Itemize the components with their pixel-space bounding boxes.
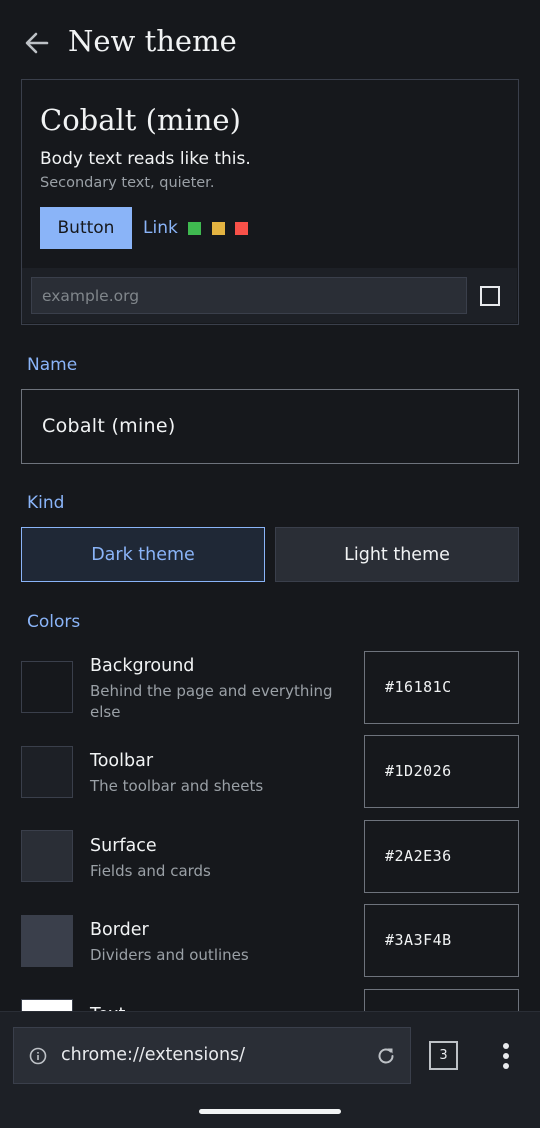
browser-toolbar: chrome://extensions/ 3 — [0, 1011, 540, 1128]
color-description: Fields and cards — [90, 862, 211, 880]
light-theme-option[interactable]: Light theme — [275, 527, 519, 582]
color-row-border: Border Dividers and outlines #3A3F4B — [0, 904, 540, 984]
page-title: New theme — [68, 24, 237, 58]
colors-label: Colors — [27, 612, 81, 632]
hex-input[interactable]: #2A2E36 — [364, 820, 519, 893]
color-row-toolbar: Toolbar The toolbar and sheets #1D2026 — [0, 735, 540, 815]
address-bar[interactable]: chrome://extensions/ — [13, 1027, 411, 1084]
preview-toolbar: example.org — [22, 268, 517, 323]
color-swatch[interactable] — [21, 915, 73, 967]
preview-title: Cobalt (mine) — [40, 103, 241, 137]
url-text: chrome://extensions/ — [61, 1045, 246, 1065]
color-name: Toolbar — [90, 751, 154, 771]
hex-input[interactable]: #16181C — [364, 651, 519, 724]
danger-swatch — [235, 222, 248, 235]
reload-icon[interactable] — [375, 1045, 397, 1067]
app-header: New theme — [0, 0, 540, 84]
color-swatch[interactable] — [21, 830, 73, 882]
color-row-surface: Surface Fields and cards #2A2E36 — [0, 820, 540, 900]
hex-input[interactable]: #1D2026 — [364, 735, 519, 808]
preview-checkbox[interactable] — [480, 286, 500, 306]
dark-theme-option[interactable]: Dark theme — [21, 527, 265, 582]
warning-swatch — [212, 222, 225, 235]
preview-url-field[interactable]: example.org — [31, 277, 467, 314]
preview-secondary-text: Secondary text, quieter. — [40, 175, 215, 191]
color-description: Behind the page and everything else — [90, 682, 333, 721]
color-description: Dividers and outlines — [90, 946, 249, 964]
theme-name-input[interactable]: Cobalt (mine) — [21, 389, 519, 464]
color-name: Surface — [90, 836, 157, 856]
preview-body-text: Body text reads like this. — [40, 149, 251, 169]
kind-label: Kind — [27, 493, 65, 513]
color-swatch[interactable] — [21, 661, 73, 713]
hex-input[interactable]: #3A3F4B — [364, 904, 519, 977]
tab-switcher-button[interactable]: 3 — [429, 1041, 458, 1070]
color-name: Background — [90, 656, 195, 676]
theme-preview-card: Cobalt (mine) Body text reads like this.… — [21, 79, 519, 325]
color-name: Border — [90, 920, 149, 940]
name-label: Name — [27, 355, 78, 375]
color-description: The toolbar and sheets — [90, 777, 264, 795]
arrow-left-icon[interactable] — [22, 28, 52, 58]
preview-button[interactable]: Button — [40, 207, 132, 249]
preview-link[interactable]: Link — [143, 218, 178, 238]
success-swatch — [188, 222, 201, 235]
color-row-background: Background Behind the page and everythin… — [0, 651, 540, 731]
color-swatch[interactable] — [21, 746, 73, 798]
gesture-home-indicator[interactable] — [199, 1109, 341, 1114]
overflow-menu-icon[interactable] — [494, 1041, 518, 1071]
info-icon[interactable] — [29, 1047, 47, 1065]
